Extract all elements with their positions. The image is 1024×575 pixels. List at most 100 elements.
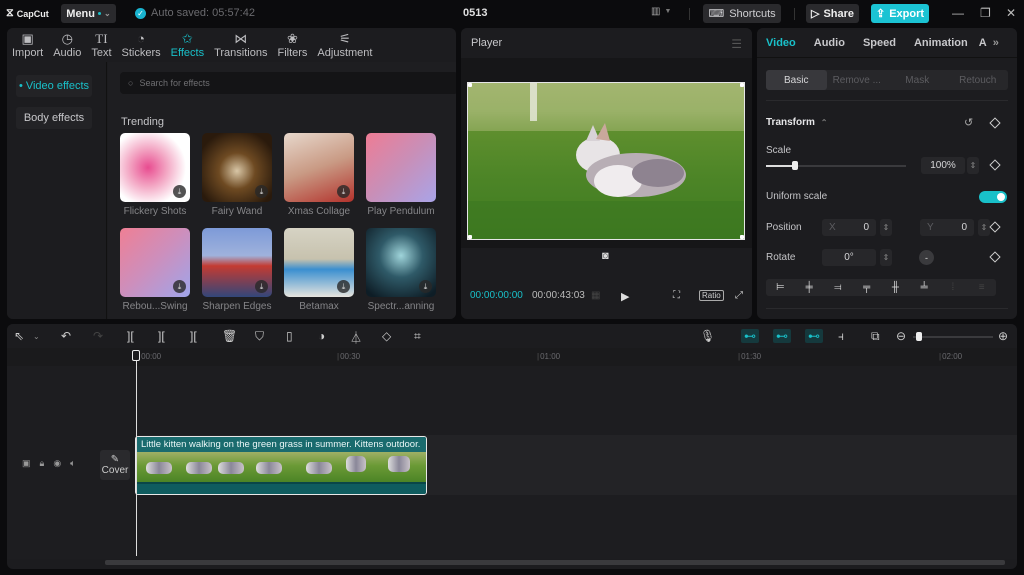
effect-card[interactable]: ⤓ Rebou...Swing [120, 228, 190, 312]
crop-icon[interactable]: ⌗ [414, 329, 421, 344]
scale-stepper[interactable]: ⇕ [967, 157, 979, 174]
zoom-out-icon[interactable]: ⊖ [896, 329, 906, 343]
subtab-remove[interactable]: Remove ... [827, 70, 888, 90]
minimize-icon[interactable]: — [952, 6, 964, 20]
search-input[interactable] [139, 78, 440, 88]
tool-stickers[interactable]: ◔ Stickers [117, 28, 166, 62]
mirror-icon[interactable]: ⏃ [350, 329, 362, 346]
menu-icon[interactable]: ☰ [731, 37, 742, 51]
microphone-icon[interactable]: 🎙 [700, 329, 715, 343]
download-icon[interactable]: ⤓ [255, 185, 268, 198]
export-button[interactable]: ⇪ Export [871, 4, 929, 23]
position-y-stepper[interactable]: ⇕ [978, 219, 990, 236]
align-center-h-icon[interactable]: ╪ [795, 282, 824, 293]
reset-icon[interactable]: ↺ [964, 116, 973, 129]
align-right-icon[interactable]: ⫤ [824, 282, 853, 293]
timeline-zoom-slider[interactable] [913, 336, 993, 338]
zoom-in-icon[interactable]: ⊕ [998, 329, 1008, 343]
shortcuts-button[interactable]: ⌨ Shortcuts [703, 4, 781, 23]
cover-button[interactable]: ✎ Cover [100, 450, 130, 480]
align-left-icon[interactable]: ⊨ [766, 282, 795, 293]
more-tabs-icon[interactable]: » [989, 37, 1003, 49]
category-video-effects[interactable]: • Video effects [16, 75, 92, 97]
play-button[interactable]: ▶ [621, 290, 629, 303]
ratio-button[interactable]: Ratio [699, 290, 724, 301]
tool-text[interactable]: TI Text [86, 28, 116, 62]
rotate-icon[interactable]: ◇ [382, 329, 391, 343]
playhead-handle[interactable] [132, 350, 140, 361]
waveform-icon[interactable]: ▦ [591, 290, 600, 301]
resize-handle[interactable] [740, 83, 744, 87]
reverse-icon[interactable]: ◑ [318, 329, 325, 343]
effect-card[interactable]: ⤓ Betamax [284, 228, 354, 312]
align-split-icon[interactable]: ⫞ [838, 329, 844, 344]
share-button[interactable]: ▷ Share [806, 4, 859, 23]
track-thumbnail-icon[interactable]: ▣ [22, 458, 31, 469]
subtab-mask[interactable]: Mask [887, 70, 948, 90]
tool-effects[interactable]: ✩ Effects [166, 28, 209, 62]
zoom-fit-icon[interactable]: ⛶ [673, 290, 680, 301]
tool-filters[interactable]: ❀ Filters [272, 28, 312, 62]
redo-icon[interactable]: ↷ [93, 329, 103, 343]
effect-card[interactable]: ⤓ Xmas Collage [284, 133, 354, 217]
snapshot-icon[interactable]: ◙ [602, 250, 609, 262]
freeze-icon[interactable]: ▯ [286, 329, 293, 343]
effect-card[interactable]: Play Pendulum [366, 133, 436, 217]
distribute-h-icon[interactable]: ⁞ [939, 282, 968, 293]
layout-button[interactable]: ▥ ▼ [651, 6, 671, 17]
main-track-magnet-icon[interactable]: ⊷ [741, 329, 759, 343]
tab-video[interactable]: Video [757, 37, 805, 49]
uniform-scale-toggle[interactable] [979, 191, 1007, 203]
keyframe-icon[interactable] [989, 159, 1001, 171]
auto-snap-icon[interactable]: ⊷ [773, 329, 791, 343]
menu-button[interactable]: Menu ⌄ [61, 4, 116, 23]
video-preview[interactable] [467, 82, 745, 240]
restore-icon[interactable]: ❐ [980, 6, 991, 20]
distribute-v-icon[interactable]: ≡ [967, 282, 996, 293]
rotate-stepper[interactable]: ⇕ [880, 249, 892, 266]
fullscreen-icon[interactable]: ⤢ [735, 290, 743, 301]
effect-card[interactable]: ⤓ Sharpen Edges [202, 228, 272, 312]
position-x-field[interactable]: X0 [822, 219, 876, 236]
tool-import[interactable]: ▣ Import [7, 28, 48, 62]
download-icon[interactable]: ⤓ [337, 280, 350, 293]
tab-audio[interactable]: Audio [805, 37, 854, 49]
align-top-icon[interactable]: ╤ [852, 282, 881, 293]
download-icon[interactable]: ⤓ [255, 280, 268, 293]
download-icon[interactable]: ⤓ [337, 185, 350, 198]
effect-card[interactable]: ⤓ Fairy Wand [202, 133, 272, 217]
tool-transitions[interactable]: ⋈ Transitions [209, 28, 272, 62]
linkage-icon[interactable]: ⊷ [805, 329, 823, 343]
horizontal-scrollbar[interactable] [105, 560, 1005, 565]
position-x-stepper[interactable]: ⇕ [880, 219, 892, 236]
subtab-retouch[interactable]: Retouch [948, 70, 1009, 90]
tab-overflow[interactable]: A [977, 37, 989, 49]
undo-icon[interactable]: ↶ [61, 329, 71, 343]
timeline-zoom-knob[interactable] [916, 332, 922, 341]
scale-slider-knob[interactable] [792, 161, 799, 170]
chevron-down-icon[interactable]: ⌄ [33, 332, 40, 341]
resize-handle[interactable] [468, 235, 472, 239]
download-icon[interactable]: ⤓ [419, 280, 432, 293]
download-icon[interactable]: ⤓ [173, 185, 186, 198]
position-y-field[interactable]: Y0 [920, 219, 974, 236]
select-tool-icon[interactable]: ⇖ [14, 329, 24, 343]
effect-card[interactable]: ⤓ Flickery Shots [120, 133, 190, 217]
tool-adjustment[interactable]: ⚟ Adjustment [312, 28, 377, 62]
rotate-dial[interactable]: - [919, 250, 934, 265]
tab-animation[interactable]: Animation [905, 37, 977, 49]
marker-icon[interactable]: ⛉ [255, 329, 264, 344]
align-center-v-icon[interactable]: ╫ [881, 282, 910, 293]
split-icon[interactable]: ][ [127, 329, 134, 343]
preview-axis-icon[interactable]: ⧉ [871, 329, 880, 344]
resize-handle[interactable] [740, 235, 744, 239]
download-icon[interactable]: ⤓ [173, 280, 186, 293]
resize-handle[interactable] [468, 83, 472, 87]
split-right-icon[interactable]: ][ [190, 329, 197, 343]
align-bottom-icon[interactable]: ╧ [910, 282, 939, 293]
volume-icon[interactable]: 🔈︎ [70, 458, 75, 469]
eye-icon[interactable]: ◉ [53, 458, 61, 469]
effect-card[interactable]: ⤓ Spectr...anning [366, 228, 436, 312]
subtab-basic[interactable]: Basic [766, 70, 827, 90]
tab-speed[interactable]: Speed [854, 37, 905, 49]
